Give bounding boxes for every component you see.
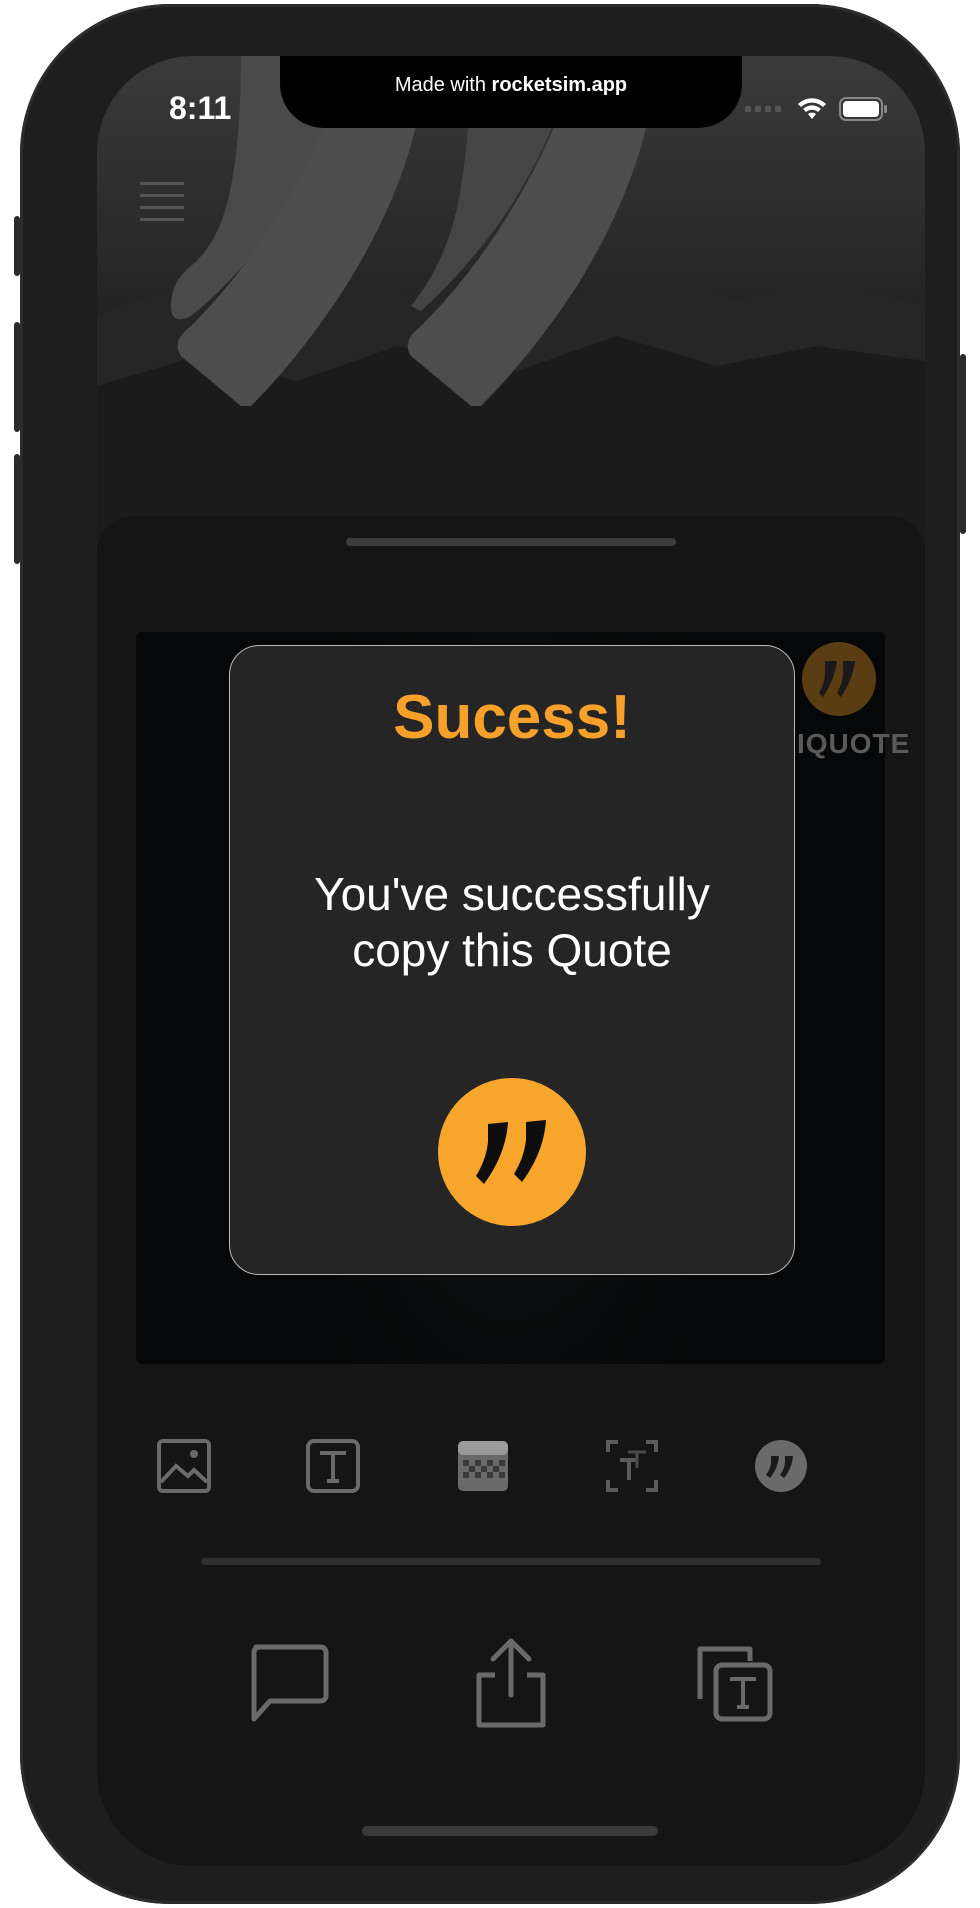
text-layers-tool-button[interactable] [602, 1436, 662, 1496]
comment-icon [251, 1644, 329, 1722]
quote-logo-icon [755, 1440, 807, 1492]
menu-icon[interactable] [140, 182, 184, 222]
quote-tool-button[interactable] [751, 1436, 811, 1496]
brand-badge-icon [802, 642, 876, 716]
text-icon [306, 1439, 360, 1493]
toolbar-divider [201, 1558, 821, 1565]
share-button[interactable] [466, 1638, 556, 1728]
quote-mark-icon [819, 661, 855, 697]
background-pattern-icon [458, 1441, 508, 1491]
device-frame: Made with rocketsim.app 8:11 IQUOTE Suce… [14, 4, 966, 1904]
home-indicator[interactable] [362, 1826, 658, 1836]
silent-switch [14, 216, 20, 276]
image-tool-button[interactable] [154, 1436, 214, 1496]
text-layers-icon [606, 1440, 658, 1492]
background-tool-button[interactable] [453, 1436, 513, 1496]
text-tool-button[interactable] [303, 1436, 363, 1496]
notch: Made with rocketsim.app [280, 56, 742, 128]
background-photo [97, 56, 925, 596]
dialog-title: Sucess! [393, 683, 631, 752]
cellular-icon [745, 106, 781, 112]
status-time: 8:11 [169, 90, 232, 126]
sheet-grabber[interactable] [346, 538, 676, 546]
copy-text-icon [697, 1646, 773, 1722]
battery-icon [839, 97, 887, 121]
copy-text-button[interactable] [689, 1638, 779, 1728]
notch-brand: rocketsim.app [491, 74, 628, 96]
screen: Made with rocketsim.app 8:11 IQUOTE Suce… [97, 56, 925, 1866]
editor-toolbar [97, 1436, 925, 1516]
dialog-message: You've successfully copy this Quote [314, 868, 710, 976]
comment-button[interactable] [243, 1638, 333, 1728]
success-dialog: Sucess! You've successfully copy this Qu… [229, 645, 795, 1275]
notch-caption: Made with rocketsim.app [280, 74, 742, 97]
brand-text: IQUOTE [797, 728, 911, 759]
power-button [960, 354, 966, 534]
notch-prefix: Made with [394, 74, 492, 96]
quote-mark-icon [476, 1120, 546, 1184]
share-icon [476, 1638, 546, 1728]
wifi-icon [798, 98, 826, 119]
quote-logo-icon [438, 1078, 586, 1226]
status-icons [745, 96, 889, 122]
volume-up-button [14, 322, 20, 432]
image-icon [157, 1439, 211, 1493]
volume-down-button [14, 454, 20, 564]
